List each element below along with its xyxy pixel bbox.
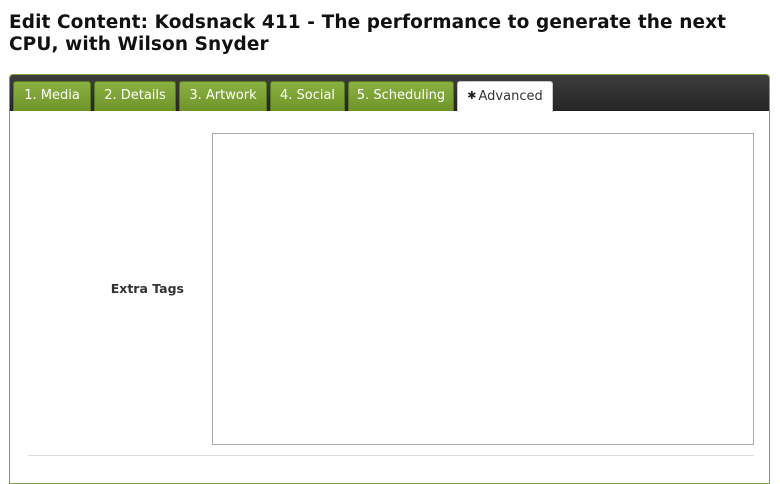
tab-artwork-label: 3. Artwork: [189, 88, 257, 103]
form-divider: [28, 455, 754, 456]
tab-social[interactable]: 4. Social: [270, 81, 345, 111]
page-title: Edit Content: Kodsnack 411 - The perform…: [9, 12, 727, 55]
tab-social-label: 4. Social: [279, 88, 336, 103]
edit-content-panel: 1. Media 2. Details 3. Artwork 4. Social…: [9, 74, 770, 484]
tab-details[interactable]: 2. Details: [94, 81, 176, 111]
tab-bar: 1. Media 2. Details 3. Artwork 4. Social…: [10, 75, 769, 112]
tab-scheduling-label: 5. Scheduling: [356, 88, 446, 103]
tab-media[interactable]: 1. Media: [13, 81, 91, 111]
tab-artwork[interactable]: 3. Artwork: [179, 81, 267, 111]
gear-icon: ✱: [467, 89, 477, 102]
tab-media-label: 1. Media: [24, 88, 80, 103]
tab-scheduling[interactable]: 5. Scheduling: [348, 81, 454, 111]
extra-tags-label: Extra Tags: [110, 281, 184, 296]
extra-tags-textarea[interactable]: [212, 133, 754, 445]
tab-advanced[interactable]: ✱ Advanced: [457, 81, 553, 112]
tab-advanced-label: Advanced: [478, 89, 543, 104]
tab-details-label: 2. Details: [104, 88, 166, 103]
